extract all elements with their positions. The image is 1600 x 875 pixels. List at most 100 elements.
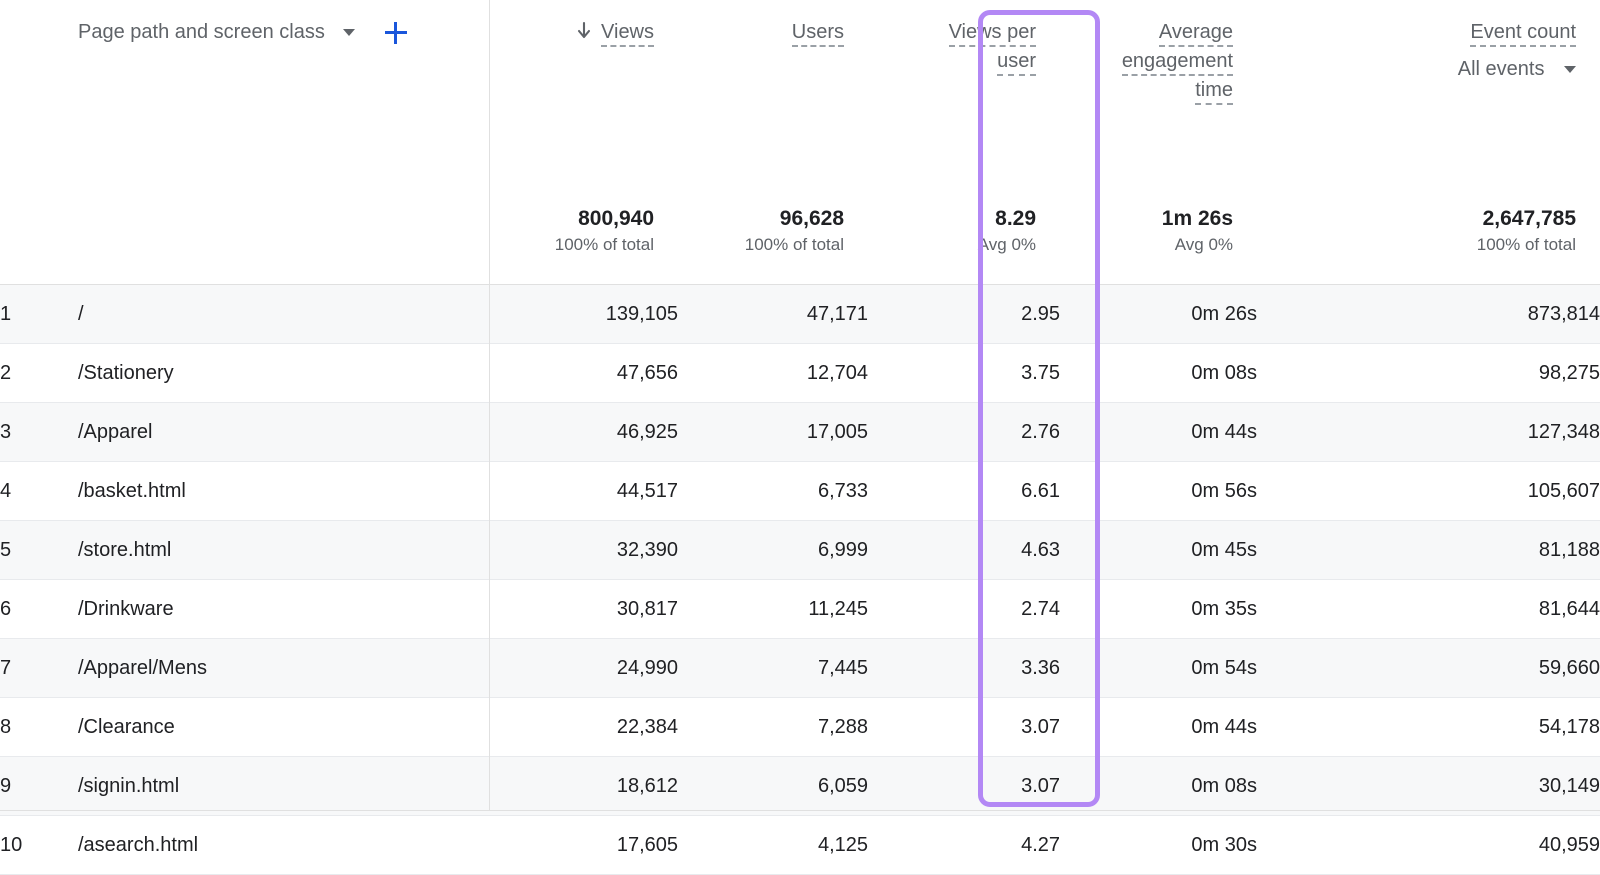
row-views: 44,517 bbox=[489, 461, 679, 521]
pages-table: Page path and screen class Views Users V… bbox=[0, 0, 1600, 875]
row-users: 6,733 bbox=[678, 461, 869, 521]
table-row[interactable]: 10/asearch.html 17,605 4,125 4.27 0m 30s 40,9… bbox=[0, 815, 1600, 875]
row-users: 7,288 bbox=[678, 697, 869, 757]
row-event-count: 98,275 bbox=[1257, 343, 1600, 403]
row-page-path[interactable]: /signin.html bbox=[78, 756, 490, 816]
totals-event-count-sub: 100% of total bbox=[1476, 235, 1577, 254]
dimension-selector[interactable]: Page path and screen class bbox=[78, 18, 407, 47]
row-rank: 5 bbox=[0, 520, 78, 580]
totals-views-per-user-cell: 8.29 Avg 0% bbox=[868, 206, 1061, 285]
column-header-event-count[interactable]: Event count All events bbox=[1257, 0, 1600, 206]
table-row[interactable]: 3/Apparel 46,925 17,005 2.76 0m 44s 127,348 bbox=[0, 402, 1600, 462]
row-event-count: 30,149 bbox=[1257, 756, 1600, 816]
row-views-per-user: 3.75 bbox=[868, 343, 1061, 403]
dimension-header-cell: Page path and screen class bbox=[0, 0, 490, 206]
totals-views-cell: 800,940 100% of total bbox=[489, 206, 679, 285]
totals-event-count-cell: 2,647,785 100% of total bbox=[1257, 206, 1600, 285]
row-views: 139,105 bbox=[489, 284, 679, 344]
table-row[interactable]: 1/139,105 47,171 2.95 0m 26s 873,814 bbox=[0, 284, 1600, 344]
row-views: 47,656 bbox=[489, 343, 679, 403]
totals-engagement-value: 1m 26s bbox=[1161, 207, 1234, 230]
totals-users-sub: 100% of total bbox=[744, 235, 845, 254]
column-header-users[interactable]: Users bbox=[678, 0, 869, 206]
row-event-count: 59,660 bbox=[1257, 638, 1600, 698]
row-rank: 1 bbox=[0, 284, 78, 344]
dimension-selector-label: Page path and screen class bbox=[78, 21, 325, 43]
event-filter-value: All events bbox=[1457, 58, 1545, 80]
row-page-path[interactable]: /basket.html bbox=[78, 461, 490, 521]
column-header-views[interactable]: Views bbox=[489, 0, 679, 206]
row-users: 6,059 bbox=[678, 756, 869, 816]
totals-users-value: 96,628 bbox=[779, 207, 845, 230]
row-views: 32,390 bbox=[489, 520, 679, 580]
row-event-count: 81,644 bbox=[1257, 579, 1600, 639]
row-page-path[interactable]: /Clearance bbox=[78, 697, 490, 757]
row-views: 46,925 bbox=[489, 402, 679, 462]
row-page-path[interactable]: /asearch.html bbox=[78, 815, 490, 875]
table-row[interactable]: 5/store.html 32,390 6,999 4.63 0m 45s 81,188 bbox=[0, 520, 1600, 580]
row-views: 30,817 bbox=[489, 579, 679, 639]
row-event-count: 105,607 bbox=[1257, 461, 1600, 521]
row-page-path[interactable]: /store.html bbox=[78, 520, 490, 580]
row-avg-engagement-time: 0m 35s bbox=[1060, 579, 1258, 639]
row-page-path[interactable]: /Drinkware bbox=[78, 579, 490, 639]
totals-views-sub: 100% of total bbox=[554, 235, 655, 254]
column-header-views-per-user[interactable]: Views per user bbox=[868, 0, 1061, 206]
row-views-per-user: 4.27 bbox=[868, 815, 1061, 875]
row-rank: 6 bbox=[0, 579, 78, 639]
row-avg-engagement-time: 0m 45s bbox=[1060, 520, 1258, 580]
row-event-count: 54,178 bbox=[1257, 697, 1600, 757]
chevron-down-icon[interactable] bbox=[342, 29, 355, 36]
column-header-views-per-user-label-line2: user bbox=[997, 50, 1037, 76]
row-views-per-user: 2.76 bbox=[868, 402, 1061, 462]
analytics-report-table: Page path and screen class Views Users V… bbox=[0, 0, 1600, 875]
row-views-per-user: 4.63 bbox=[868, 520, 1061, 580]
row-page-path[interactable]: /Stationery bbox=[78, 343, 490, 403]
totals-row: 800,940 100% of total 96,628 100% of tot… bbox=[0, 206, 1600, 285]
totals-engagement-sub: Avg 0% bbox=[1174, 235, 1234, 254]
row-rank: 3 bbox=[0, 402, 78, 462]
row-page-path[interactable]: /Apparel/Mens bbox=[78, 638, 490, 698]
row-users: 12,704 bbox=[678, 343, 869, 403]
row-page-path[interactable]: / bbox=[78, 284, 490, 344]
event-filter-dropdown[interactable]: All events bbox=[1257, 55, 1577, 84]
row-avg-engagement-time: 0m 08s bbox=[1060, 756, 1258, 816]
column-header-engagement-label-line3: time bbox=[1195, 79, 1234, 105]
row-avg-engagement-time: 0m 44s bbox=[1060, 697, 1258, 757]
row-rank: 4 bbox=[0, 461, 78, 521]
column-header-average-engagement-time[interactable]: Average engagement time bbox=[1060, 0, 1258, 206]
row-views-per-user: 3.07 bbox=[868, 756, 1061, 816]
row-avg-engagement-time: 0m 26s bbox=[1060, 284, 1258, 344]
table-row[interactable]: 6/Drinkware 30,817 11,245 2.74 0m 35s 81,644 bbox=[0, 579, 1600, 639]
table-row[interactable]: 4/basket.html 44,517 6,733 6.61 0m 56s 105,60… bbox=[0, 461, 1600, 521]
totals-engagement-cell: 1m 26s Avg 0% bbox=[1060, 206, 1258, 285]
plus-icon[interactable] bbox=[384, 21, 407, 44]
table-row[interactable]: 8/Clearance 22,384 7,288 3.07 0m 44s 54,178 bbox=[0, 697, 1600, 757]
row-views-per-user: 3.07 bbox=[868, 697, 1061, 757]
row-views: 17,605 bbox=[489, 815, 679, 875]
row-event-count: 81,188 bbox=[1257, 520, 1600, 580]
table-row[interactable]: 9/signin.html 18,612 6,059 3.07 0m 08s 30,149 bbox=[0, 756, 1600, 816]
totals-views-value: 800,940 bbox=[578, 207, 655, 230]
row-users: 17,005 bbox=[678, 402, 869, 462]
row-avg-engagement-time: 0m 08s bbox=[1060, 343, 1258, 403]
row-avg-engagement-time: 0m 44s bbox=[1060, 402, 1258, 462]
row-users: 47,171 bbox=[678, 284, 869, 344]
row-views-per-user: 3.36 bbox=[868, 638, 1061, 698]
column-header-views-label: Views bbox=[601, 21, 655, 47]
chevron-down-icon[interactable] bbox=[1564, 66, 1577, 74]
table-row[interactable]: 2/Stationery 47,656 12,704 3.75 0m 08s 98,275 bbox=[0, 343, 1600, 403]
column-header-users-label: Users bbox=[791, 21, 845, 47]
table-row[interactable]: 7/Apparel/Mens 24,990 7,445 3.36 0m 54s 59,66… bbox=[0, 638, 1600, 698]
row-rank: 2 bbox=[0, 343, 78, 403]
row-page-path[interactable]: /Apparel bbox=[78, 402, 490, 462]
totals-users-cell: 96,628 100% of total bbox=[678, 206, 869, 285]
row-event-count: 40,959 bbox=[1257, 815, 1600, 875]
row-users: 11,245 bbox=[678, 579, 869, 639]
table-body: 1/139,105 47,171 2.95 0m 26s 873,814 2/Statio… bbox=[0, 284, 1600, 875]
totals-section: 800,940 100% of total 96,628 100% of tot… bbox=[0, 206, 1600, 285]
row-users: 4,125 bbox=[678, 815, 869, 875]
row-event-count: 873,814 bbox=[1257, 284, 1600, 344]
row-views-per-user: 2.74 bbox=[868, 579, 1061, 639]
row-event-count: 127,348 bbox=[1257, 402, 1600, 462]
